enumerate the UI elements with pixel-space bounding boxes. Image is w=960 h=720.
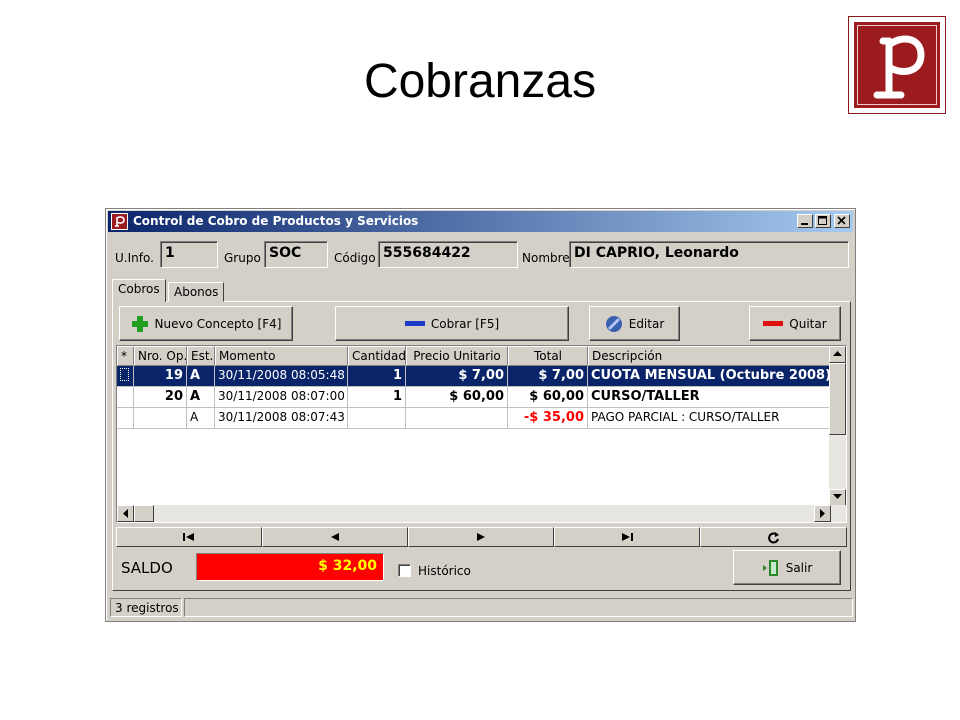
cell-precio: $ 7,00 bbox=[406, 366, 508, 387]
scroll-down-button[interactable] bbox=[829, 489, 846, 506]
nombre-field[interactable]: DI CAPRIO, Leonardo bbox=[569, 241, 849, 268]
scroll-up-button[interactable] bbox=[829, 346, 846, 363]
column-header-descripcion[interactable]: Descripción bbox=[588, 346, 831, 366]
cell-total: $ 60,00 bbox=[508, 387, 588, 408]
grupo-field[interactable]: SOC bbox=[264, 241, 328, 268]
slide-title: Cobranzas bbox=[363, 55, 597, 108]
edit-icon bbox=[605, 315, 622, 332]
nav-prev-button[interactable] bbox=[262, 527, 408, 547]
column-header-marker[interactable]: * bbox=[117, 346, 134, 366]
tab-cobros[interactable]: Cobros bbox=[112, 279, 166, 302]
scroll-right-button[interactable] bbox=[814, 505, 831, 522]
status-registros: 3 registros bbox=[110, 598, 182, 617]
app-window: Control de Cobro de Productos y Servicio… bbox=[105, 208, 856, 622]
uinfo-label: U.Info. bbox=[115, 251, 154, 265]
close-button[interactable] bbox=[834, 214, 850, 228]
tab-abonos[interactable]: Abonos bbox=[168, 282, 225, 302]
minus-red-icon bbox=[763, 320, 784, 326]
quitar-button[interactable]: Quitar bbox=[749, 306, 841, 341]
cell-nro-op: 19 bbox=[134, 366, 187, 387]
nombre-label: Nombre bbox=[522, 251, 570, 265]
cell-nro-op bbox=[134, 408, 187, 429]
codigo-field[interactable]: 555684422 bbox=[378, 241, 518, 268]
status-panel-empty bbox=[184, 598, 853, 617]
column-header-total[interactable]: Total bbox=[508, 346, 588, 366]
window-titlebar[interactable]: Control de Cobro de Productos y Servicio… bbox=[108, 211, 853, 232]
nav-last-button[interactable] bbox=[554, 527, 700, 547]
cobrar-button[interactable]: Cobrar [F5] bbox=[335, 306, 569, 341]
saldo-value: $ 32,00 bbox=[196, 553, 384, 581]
saldo-label: SALDO bbox=[121, 559, 173, 577]
row-marker bbox=[117, 366, 134, 387]
salir-label: Salir bbox=[785, 560, 813, 575]
cobros-grid[interactable]: * Nro. Op. Est. Momento Cantidad Precio … bbox=[116, 345, 847, 523]
column-header-precio-unitario[interactable]: Precio Unitario bbox=[406, 346, 508, 366]
cell-nro-op: 20 bbox=[134, 387, 187, 408]
cell-descripcion: PAGO PARCIAL : CURSO/TALLER bbox=[588, 408, 831, 429]
nuevo-concepto-button[interactable]: Nuevo Concepto [F4] bbox=[119, 306, 293, 341]
column-header-nro-op[interactable]: Nro. Op. bbox=[134, 346, 187, 366]
cobrar-label: Cobrar [F5] bbox=[430, 316, 500, 331]
cell-cantidad: 1 bbox=[348, 387, 406, 408]
salir-button[interactable]: Salir bbox=[733, 550, 841, 585]
horizontal-scrollbar[interactable] bbox=[117, 505, 846, 522]
cell-momento: 30/11/2008 08:07:00 bbox=[215, 387, 348, 408]
quitar-label: Quitar bbox=[789, 316, 827, 331]
cell-cantidad bbox=[348, 408, 406, 429]
editar-button[interactable]: Editar bbox=[589, 306, 680, 341]
nav-next-button[interactable] bbox=[408, 527, 554, 547]
cell-est: A bbox=[187, 387, 215, 408]
cell-momento: 30/11/2008 08:07:43 bbox=[215, 408, 348, 429]
exit-door-icon bbox=[762, 559, 778, 576]
cell-momento: 30/11/2008 08:05:48 bbox=[215, 366, 348, 387]
vertical-scrollbar[interactable] bbox=[829, 346, 846, 506]
row-marker bbox=[117, 387, 134, 408]
column-header-est[interactable]: Est. bbox=[187, 346, 215, 366]
column-header-cantidad[interactable]: Cantidad bbox=[348, 346, 406, 366]
nav-refresh-button[interactable] bbox=[700, 527, 847, 547]
cell-cantidad: 1 bbox=[348, 366, 406, 387]
horizontal-scroll-thumb[interactable] bbox=[134, 505, 154, 522]
grupo-label: Grupo bbox=[224, 251, 261, 265]
nav-first-button[interactable] bbox=[116, 527, 262, 547]
cell-descripcion: CURSO/TALLER bbox=[588, 387, 831, 408]
minus-blue-icon bbox=[404, 320, 425, 326]
status-bar: 3 registros bbox=[108, 597, 853, 619]
historico-label[interactable]: Histórico bbox=[418, 564, 471, 578]
cell-total: $ 7,00 bbox=[508, 366, 588, 387]
editar-label: Editar bbox=[628, 316, 665, 331]
historico-checkbox[interactable] bbox=[398, 564, 411, 577]
maximize-button[interactable] bbox=[815, 214, 831, 228]
window-title: Control de Cobro de Productos y Servicio… bbox=[133, 214, 419, 228]
app-logo-icon bbox=[111, 213, 128, 230]
codigo-label: Código bbox=[334, 251, 376, 265]
cell-total: -$ 35,00 bbox=[508, 408, 588, 429]
row-marker bbox=[117, 408, 134, 429]
cell-est: A bbox=[187, 366, 215, 387]
column-header-momento[interactable]: Momento bbox=[215, 346, 348, 366]
cell-precio bbox=[406, 408, 508, 429]
scroll-left-button[interactable] bbox=[117, 505, 134, 522]
vertical-scroll-thumb[interactable] bbox=[829, 363, 846, 435]
brand-logo bbox=[848, 16, 946, 114]
cell-precio: $ 60,00 bbox=[406, 387, 508, 408]
nuevo-concepto-label: Nuevo Concepto [F4] bbox=[154, 316, 282, 331]
cell-descripcion: CUOTA MENSUAL (Octubre 2008) bbox=[588, 366, 831, 387]
minimize-button[interactable] bbox=[797, 214, 813, 228]
uinfo-field[interactable]: 1 bbox=[160, 241, 218, 268]
plus-icon bbox=[131, 315, 148, 332]
cell-est: A bbox=[187, 408, 215, 429]
